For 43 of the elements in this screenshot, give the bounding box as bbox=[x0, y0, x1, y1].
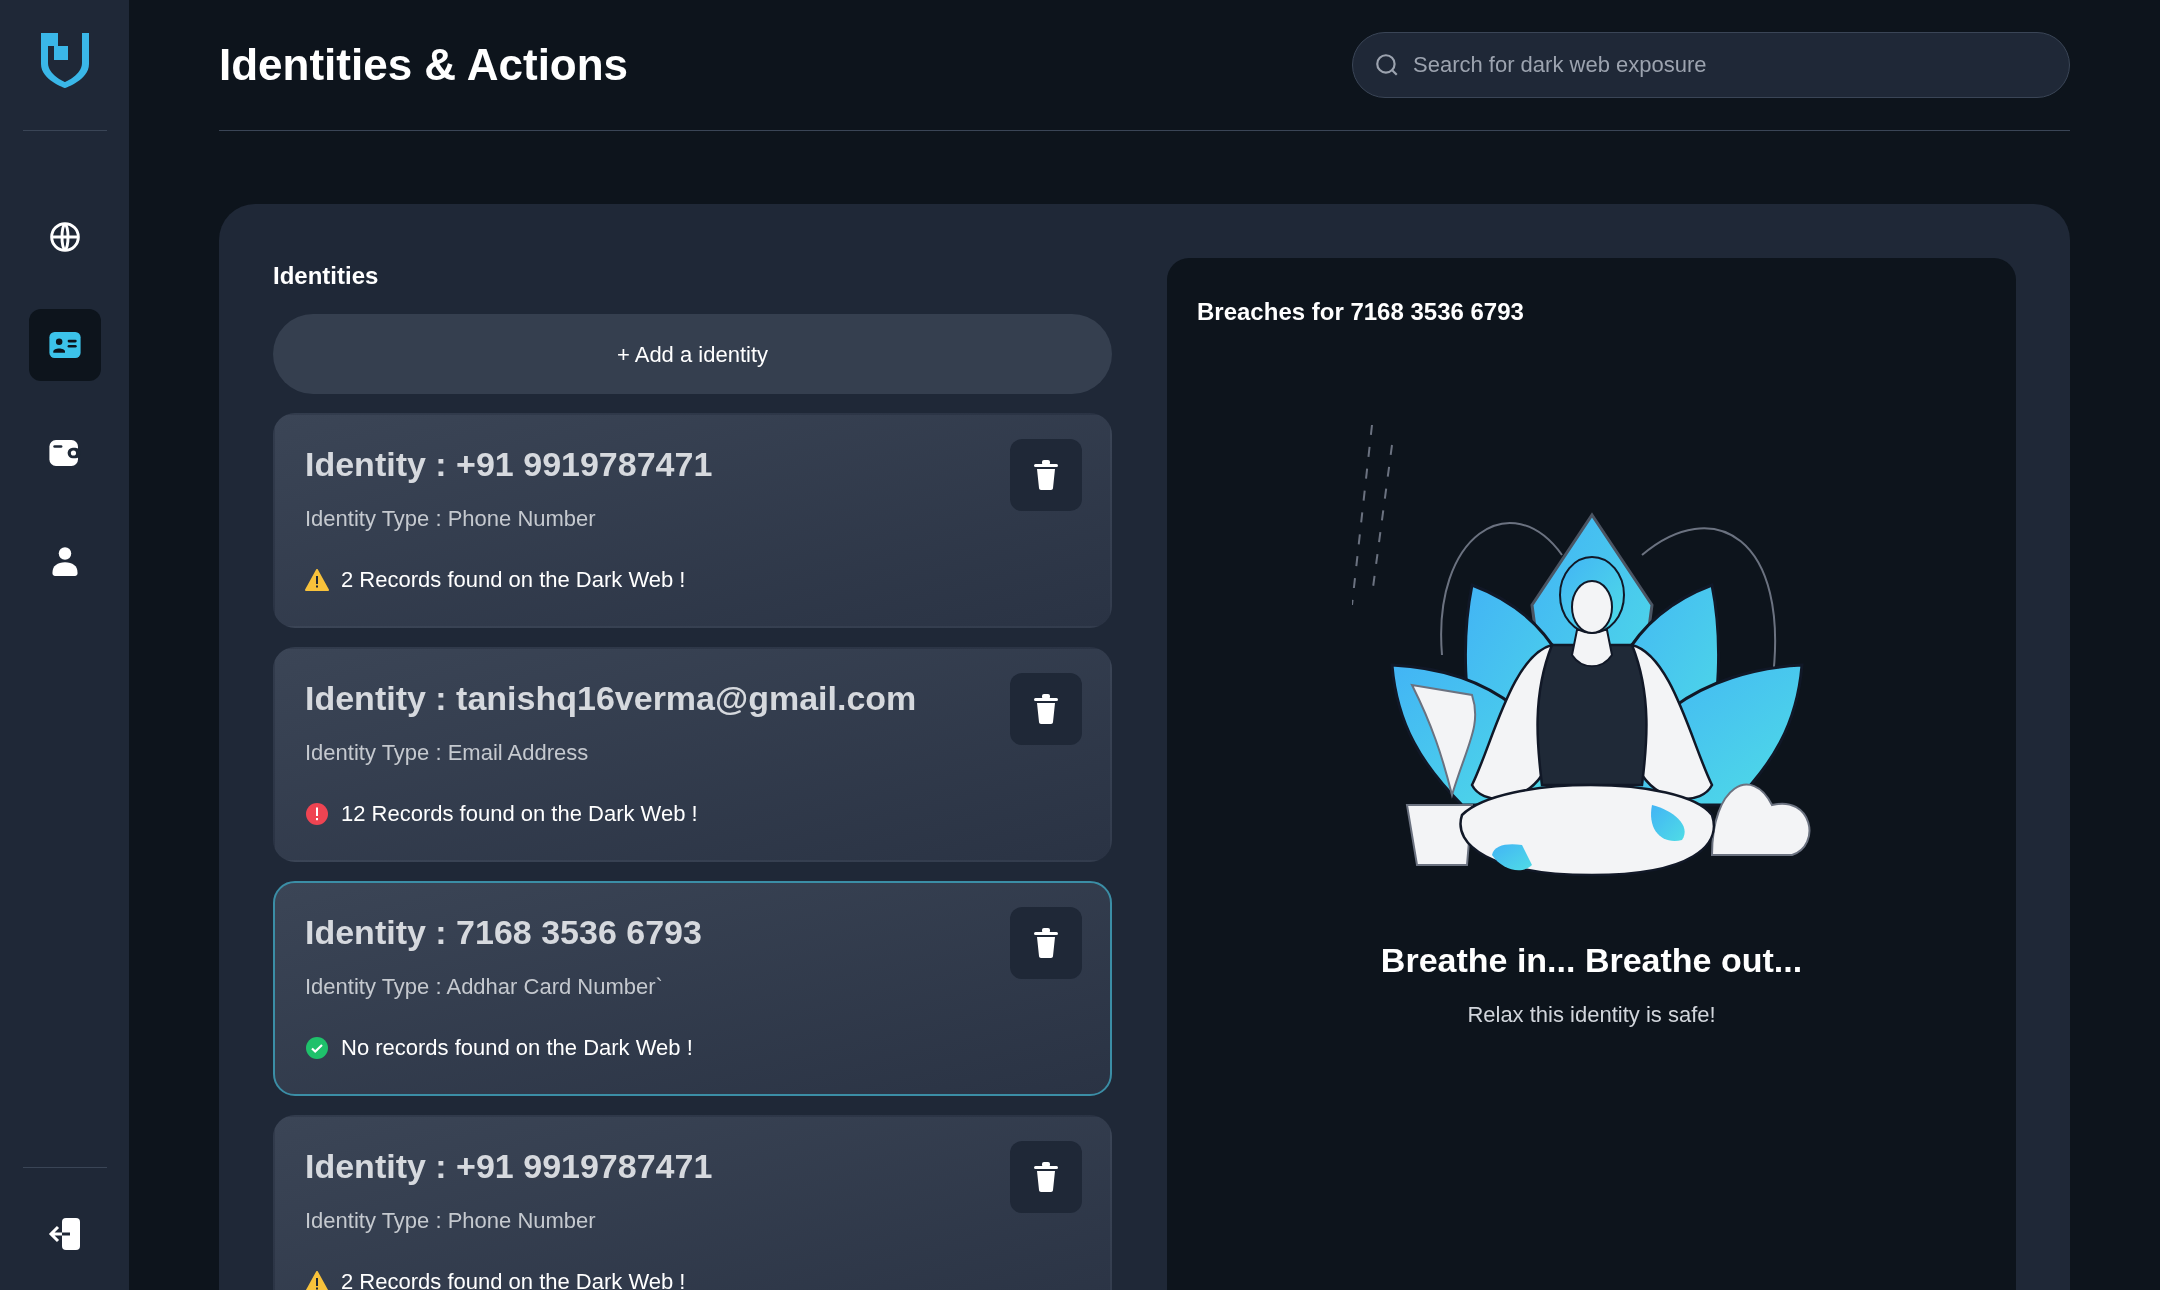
logout-button[interactable] bbox=[47, 1218, 82, 1250]
delete-button[interactable] bbox=[1010, 439, 1082, 511]
identity-title: Identity : tanishq16verma@gmail.com bbox=[305, 678, 917, 719]
identity-card[interactable]: Identity : 7168 3536 6793 Identity Type : Addhar Card Number` No records found on the Dark Web ! bbox=[273, 881, 1112, 1096]
trash-icon bbox=[1033, 460, 1059, 490]
identity-type: Identity Type : Phone Number bbox=[305, 505, 597, 533]
logout-icon bbox=[47, 1218, 82, 1250]
identity-title: Identity : 7168 3536 6793 bbox=[305, 912, 702, 953]
breaches-title: Breaches for 7168 3536 6793 bbox=[1197, 297, 1524, 327]
identity-card[interactable]: Identity : +91 9919787471 Identity Type : Phone Number 2 Records found on the Dark Web ! bbox=[273, 413, 1112, 628]
id-card-icon bbox=[48, 332, 81, 358]
identity-type: Identity Type : Email Address bbox=[305, 739, 590, 767]
identity-title: Identity : +91 9919787471 bbox=[305, 444, 713, 485]
message-title: Breathe in... Breathe out... bbox=[1380, 940, 1803, 981]
warning-icon bbox=[305, 1270, 329, 1290]
identity-title: Identity : +91 9919787471 bbox=[305, 1146, 713, 1187]
delete-button[interactable] bbox=[1010, 1141, 1082, 1213]
identity-type: Identity Type : Addhar Card Number` bbox=[305, 973, 664, 1001]
records-status: No records found on the Dark Web ! bbox=[341, 1034, 693, 1062]
records-status: 2 Records found on the Dark Web ! bbox=[341, 1268, 686, 1290]
section-heading: Identities bbox=[273, 261, 380, 291]
error-icon bbox=[305, 801, 329, 826]
identity-type: Identity Type : Phone Number bbox=[305, 1207, 597, 1235]
delete-button[interactable] bbox=[1010, 673, 1082, 745]
sidebar-nav-item[interactable] bbox=[28, 309, 101, 381]
trash-icon bbox=[1033, 928, 1059, 958]
delete-button[interactable] bbox=[1010, 907, 1082, 979]
search-icon bbox=[1374, 52, 1400, 78]
trash-icon bbox=[1033, 694, 1059, 724]
search-field[interactable]: Search for dark web exposure bbox=[1352, 32, 2070, 98]
check-icon bbox=[305, 1035, 329, 1060]
records-status: 12 Records found on the Dark Web ! bbox=[341, 800, 698, 828]
records-status: 2 Records found on the Dark Web ! bbox=[341, 566, 686, 594]
user-icon bbox=[51, 546, 78, 576]
page-title: Identities & Actions bbox=[219, 39, 629, 91]
identity-card[interactable]: Identity : tanishq16verma@gmail.com Identity Type : Email Address 12 Records found on the Dark Web ! bbox=[273, 647, 1112, 862]
trash-icon bbox=[1033, 1162, 1059, 1192]
globe-icon bbox=[48, 221, 81, 253]
warning-icon bbox=[305, 568, 329, 591]
message-text: Relax this identity is safe! bbox=[1467, 1001, 1716, 1029]
wallet-icon bbox=[48, 440, 81, 466]
identity-card[interactable]: Identity : +91 9919787471 Identity Type : Phone Number 2 Records found on the Dark Web ! bbox=[273, 1115, 1112, 1290]
add-identity-button[interactable]: + Add a identity bbox=[273, 314, 1112, 394]
